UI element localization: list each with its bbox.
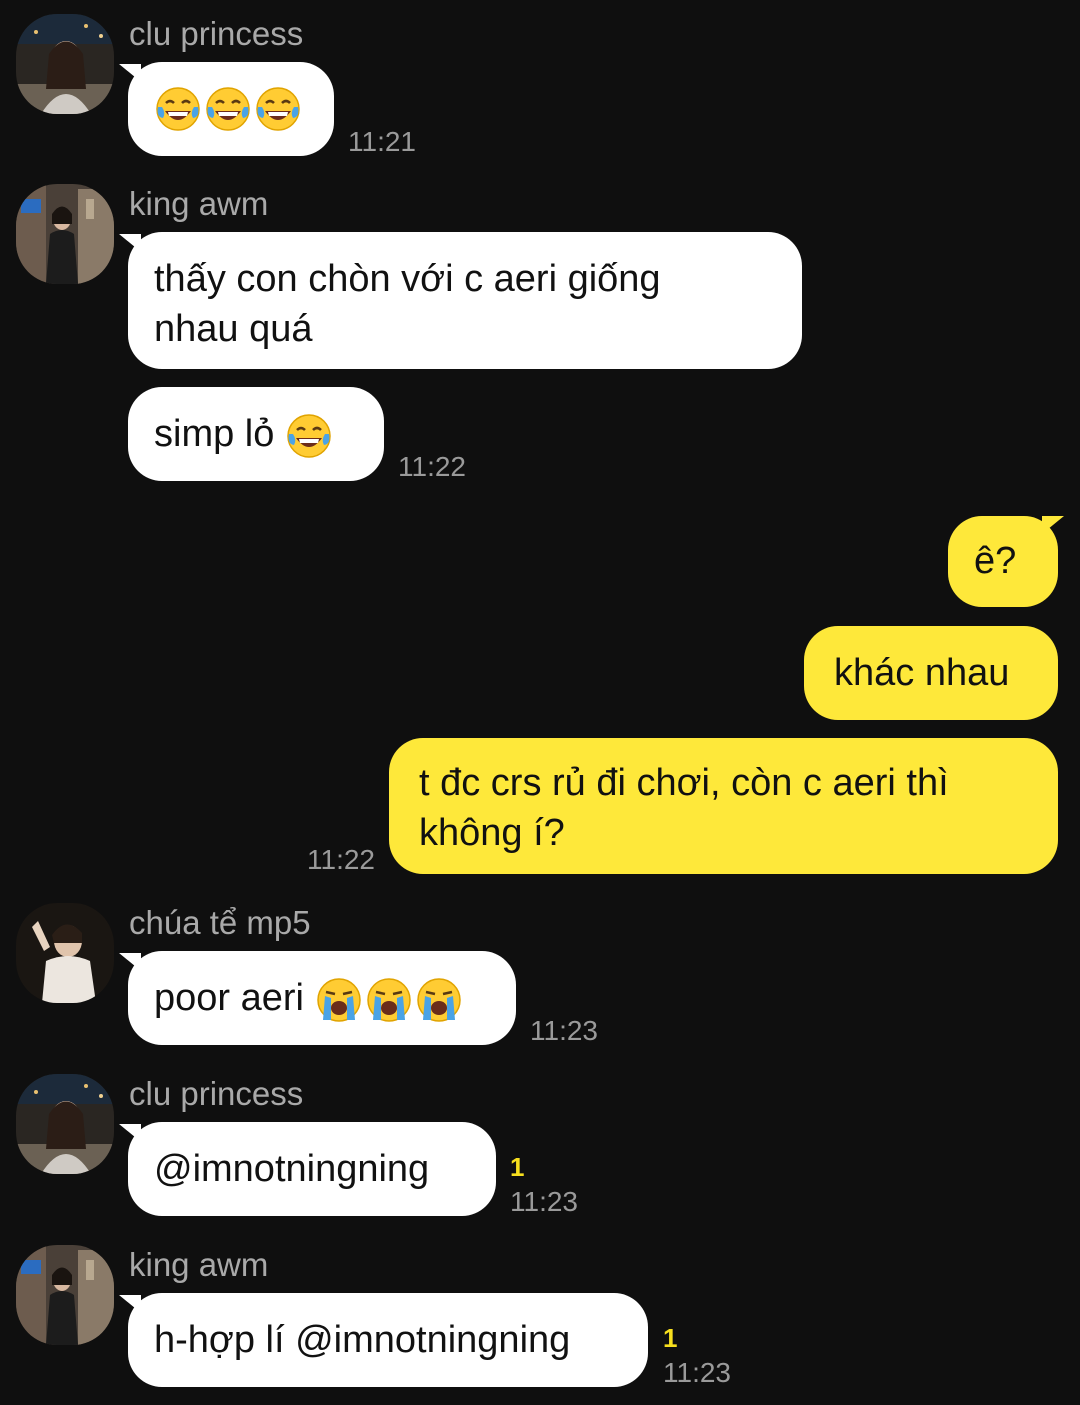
sender-name: king awm — [129, 1246, 269, 1283]
chat-view: clu princess 11:21 king awm thấy con chò… — [0, 0, 1080, 1405]
message-timestamp: 11:22 — [398, 451, 466, 482]
message-bubble[interactable]: ê? — [948, 516, 1058, 607]
sender-name: clu princess — [129, 1075, 304, 1112]
face-with-tears-of-joy-icon — [285, 412, 333, 460]
message-text: ê? — [974, 540, 1017, 582]
message-timestamp: 11:23 — [530, 1015, 598, 1046]
message-bubble[interactable]: thấy con chòn với c aeri giống nhau quá — [128, 232, 802, 369]
sender-name: king awm — [129, 185, 269, 222]
message-timestamp: 11:22 — [307, 844, 375, 875]
message-bubble[interactable]: poor aeri — [128, 951, 516, 1045]
avatar-photo-icon — [16, 184, 114, 284]
loudly-crying-face-icon — [365, 976, 413, 1024]
message-bubble[interactable] — [128, 62, 334, 156]
face-with-tears-of-joy-icon — [204, 85, 252, 133]
message-timestamp: 11:21 — [348, 126, 416, 157]
avatar-clu-princess[interactable] — [16, 14, 114, 114]
emoji-row — [315, 976, 463, 1024]
unread-count-badge: 1 — [510, 1152, 525, 1182]
avatar-king-awm[interactable] — [16, 1245, 114, 1345]
message-text: simp lỏ — [154, 413, 275, 455]
message-text: @imnotningning — [154, 1148, 430, 1190]
message-text: h-hợp lí @imnotningning — [154, 1319, 571, 1361]
message-text: khác nhau — [834, 652, 1010, 694]
message-text: nhau quá — [154, 308, 313, 350]
message-timestamp: 11:23 — [510, 1186, 578, 1217]
face-with-tears-of-joy-icon — [254, 85, 302, 133]
message-text: không í? — [419, 812, 565, 854]
avatar-king-awm[interactable] — [16, 184, 114, 284]
avatar-photo-icon — [16, 903, 114, 1003]
avatar-photo-icon — [16, 1245, 114, 1345]
message-timestamp: 11:23 — [663, 1357, 731, 1388]
message-text: t đc crs rủ đi chơi, còn c aeri thì — [419, 762, 949, 804]
emoji-row — [154, 85, 302, 133]
avatar-photo-icon — [16, 1074, 114, 1174]
message-text: poor aeri — [154, 977, 304, 1019]
sender-name: clu princess — [129, 15, 304, 52]
message-bubble[interactable]: khác nhau — [804, 626, 1058, 720]
loudly-crying-face-icon — [415, 976, 463, 1024]
sender-name: chúa tể mp5 — [129, 904, 311, 941]
message-bubble[interactable]: h-hợp lí @imnotningning — [128, 1293, 648, 1387]
message-text: thấy con chòn với c aeri giống — [154, 258, 661, 300]
unread-count-badge: 1 — [663, 1323, 678, 1353]
avatar-photo-icon — [16, 14, 114, 114]
avatar-clu-princess[interactable] — [16, 1074, 114, 1174]
face-with-tears-of-joy-icon — [154, 85, 202, 133]
message-bubble[interactable]: @imnotningning — [128, 1122, 496, 1216]
message-bubble[interactable]: t đc crs rủ đi chơi, còn c aeri thì khôn… — [389, 738, 1058, 874]
avatar-chua-te-mp5[interactable] — [16, 903, 114, 1003]
message-bubble[interactable]: simp lỏ — [128, 387, 384, 481]
loudly-crying-face-icon — [315, 976, 363, 1024]
